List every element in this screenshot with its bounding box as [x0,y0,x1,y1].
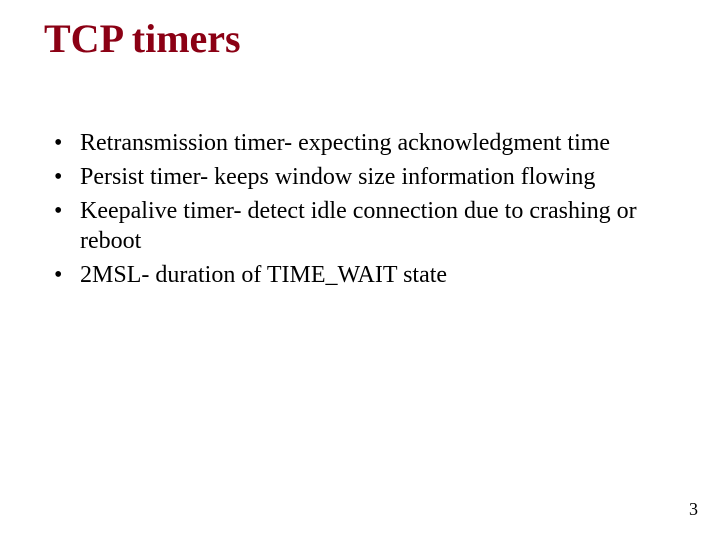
bullet-text: Keepalive timer- detect idle connection … [80,198,637,254]
bullet-list: Retransmission timer- expecting acknowle… [54,128,664,290]
list-item: Persist timer- keeps window size informa… [54,162,664,192]
list-item: 2MSL- duration of TIME_WAIT state [54,260,664,290]
slide: TCP timers Retransmission timer- expecti… [0,0,720,540]
page-number: 3 [689,499,698,520]
list-item: Retransmission timer- expecting acknowle… [54,128,664,158]
slide-title: TCP timers [44,15,241,62]
bullet-text: Persist timer- keeps window size informa… [80,164,595,190]
list-item: Keepalive timer- detect idle connection … [54,196,664,256]
bullet-text: Retransmission timer- expecting acknowle… [80,130,610,156]
bullet-text: 2MSL- duration of TIME_WAIT state [80,262,447,288]
slide-body: Retransmission timer- expecting acknowle… [54,128,664,294]
